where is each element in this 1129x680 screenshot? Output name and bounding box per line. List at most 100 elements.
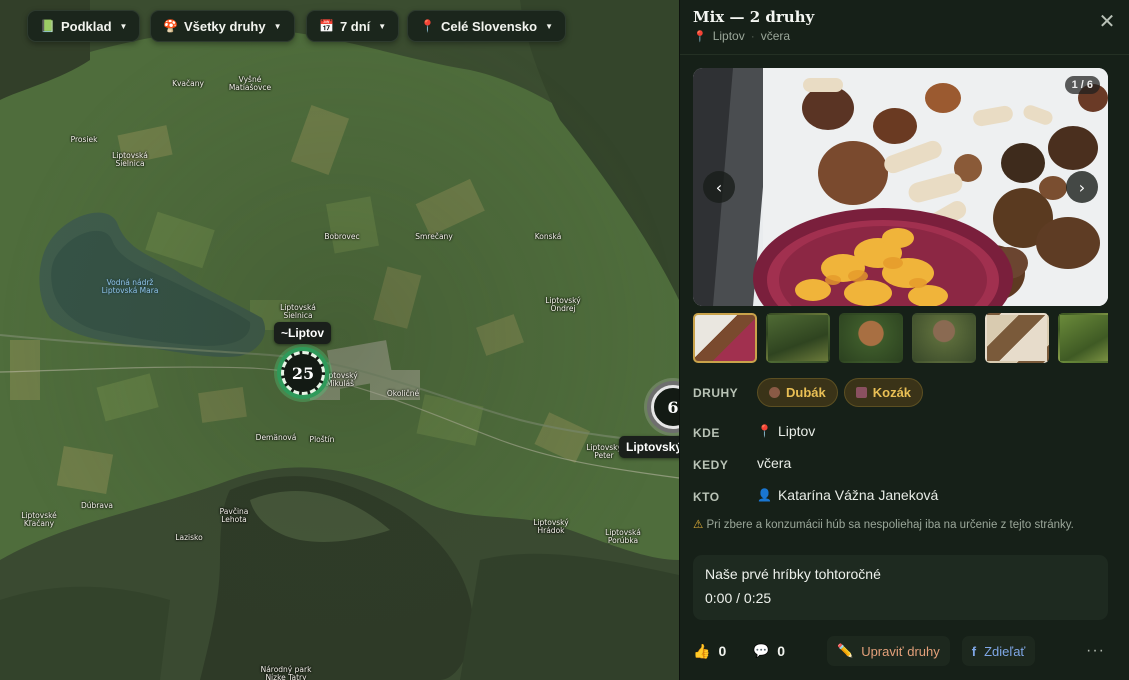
map-view[interactable]: Kvačany Vyšné Matiašovce Prosiek Liptovs… [0, 0, 679, 680]
place-label: Liptovský Hrádok [533, 518, 569, 535]
place-label: Lazisko [175, 533, 203, 542]
cluster-label[interactable]: ~Liptov [274, 322, 332, 344]
thumbnail-strip [693, 313, 1108, 363]
pin-icon: 📍 [757, 424, 772, 438]
who-value: Katarína Vážna Janeková [777, 487, 939, 503]
facebook-icon: f [971, 643, 977, 659]
species-color-square [855, 387, 867, 398]
warning-icon: ⚠ [693, 519, 704, 531]
cluster-count: 6 [667, 397, 679, 417]
caret-down-icon: ▼ [378, 21, 387, 31]
edit-species-label: Upraviť druhy [861, 643, 940, 659]
like-count: 0 [718, 643, 727, 659]
thumbnail[interactable] [912, 313, 976, 363]
who-row: KTO 👤 Katarína Vážna Janeková [693, 484, 938, 506]
species-filter-label: Všetky druhy [183, 18, 266, 34]
species-chip-dubak[interactable]: Dubák [757, 378, 838, 407]
detail-panel: Mix — 2 druhy 📍 Liptov · včera ✕ 1 / 6 ‹… [679, 0, 1129, 680]
chevron-left-icon: ‹ [715, 177, 723, 197]
region-filter-label: Celé Slovensko [440, 18, 538, 34]
where-label: KDE [693, 426, 720, 440]
place-label: Ploštín [309, 435, 335, 444]
place-label: Národný park Nízke Tatry [260, 665, 312, 680]
thumbnail[interactable] [766, 313, 830, 363]
basemap-label: Podklad [60, 18, 112, 34]
species-chip-label: Dubák [786, 385, 826, 400]
species-color-dot [769, 387, 780, 398]
satellite-terrain [0, 0, 679, 680]
where-value: Liptov [777, 423, 816, 439]
photo-counter: 1 / 6 [1064, 76, 1100, 94]
prev-photo-button[interactable]: ‹ [703, 171, 735, 203]
cluster-label[interactable]: Liptovský [619, 436, 679, 458]
species-filter-dropdown[interactable]: 🍄 Všetky druhy ▼ [150, 10, 295, 42]
panel-title: Mix — 2 druhy [693, 8, 815, 26]
where-value-wrap: 📍 Liptov [757, 423, 815, 439]
thumbnail[interactable] [985, 313, 1049, 363]
subtitle-when: včera [760, 29, 791, 43]
mushroom-icon: 🍄 [163, 19, 178, 33]
like-button[interactable]: 👍 0 [693, 636, 753, 666]
cluster-marker[interactable]: 25 [277, 347, 329, 399]
audio-title: Naše prvé hríbky tohtoročné [705, 566, 881, 582]
place-label: Konská [534, 232, 562, 241]
photo-gallery[interactable]: 1 / 6 ‹ › [693, 68, 1108, 306]
place-label: Liptovská Sielnica [112, 151, 148, 168]
caret-down-icon: ▼ [545, 21, 553, 31]
when-label: KEDY [693, 458, 729, 472]
place-label: Liptovské Kľačany [21, 511, 57, 528]
region-filter-dropdown[interactable]: 📍 Celé Slovensko ▼ [407, 10, 566, 42]
divider [680, 54, 1129, 55]
place-label: Bobrovec [324, 232, 360, 241]
when-value: včera [757, 455, 792, 471]
place-label: Smrečany [415, 232, 453, 241]
pin-icon: 📍 [693, 30, 707, 43]
thumbnail[interactable] [693, 313, 757, 363]
map-book-icon: 📗 [40, 19, 55, 33]
audio-note[interactable]: Naše prvé hríbky tohtoročné 0:00 / 0:25 [693, 555, 1108, 620]
thumbnail[interactable] [839, 313, 903, 363]
place-label: Vyšné Matiašovce [228, 75, 272, 92]
calendar-icon: 📅 [319, 19, 334, 33]
place-label: Pavčina Lehota [219, 507, 249, 524]
place-label: Liptovský Peter [586, 443, 622, 460]
place-label: Kvačany [172, 79, 204, 88]
mushroom-photo [693, 68, 1108, 306]
comment-button[interactable]: 💬 0 [753, 636, 821, 666]
place-label: Dúbrava [80, 501, 114, 510]
place-label: Demänová [255, 433, 297, 442]
edit-species-button[interactable]: ✏️ Upraviť druhy [827, 636, 950, 666]
person-icon: 👤 [757, 488, 772, 502]
place-label: Okoličné [386, 389, 420, 398]
lake-label: Vodná nádrž Liptovská Mara [101, 278, 159, 295]
caret-down-icon: ▼ [273, 21, 282, 31]
comment-icon: 💬 [753, 643, 770, 658]
audio-time: 0:00 / 0:25 [705, 590, 772, 606]
subtitle-location: Liptov [712, 29, 745, 43]
who-value-wrap[interactable]: 👤 Katarína Vážna Janeková [757, 487, 938, 503]
separator: · [750, 29, 755, 43]
time-filter-dropdown[interactable]: 📅 7 dní ▼ [306, 10, 400, 42]
chevron-right-icon: › [1078, 177, 1086, 197]
species-chips: Dubák Kozák [757, 378, 929, 407]
place-label: Liptovská Porúbka [605, 528, 641, 545]
warning-text: Pri zbere a konzumácii húb sa nespolieha… [706, 519, 1074, 531]
where-row: KDE 📍 Liptov [693, 420, 815, 442]
share-button[interactable]: f Zdieľať [961, 636, 1036, 666]
share-label: Zdieľať [984, 643, 1026, 659]
species-row: DRUHY Dubák Kozák [693, 378, 929, 407]
species-chip-label: Kozák [872, 385, 912, 400]
basemap-dropdown[interactable]: 📗 Podklad ▼ [27, 10, 141, 42]
who-label: KTO [693, 490, 720, 504]
close-icon[interactable]: ✕ [1097, 11, 1117, 32]
warning-note: ⚠ Pri zbere a konzumácii húb sa nespolie… [693, 517, 1113, 534]
pin-icon: 📍 [420, 19, 435, 33]
place-label: Prosiek [70, 135, 98, 144]
place-label: Liptovský Ondrej [545, 296, 581, 313]
pencil-icon: ✏️ [837, 643, 854, 658]
species-chip-kozak[interactable]: Kozák [843, 378, 924, 407]
thumbs-up-icon: 👍 [693, 642, 711, 659]
next-photo-button[interactable]: › [1066, 171, 1098, 203]
more-options-icon[interactable]: ··· [1086, 642, 1105, 660]
thumbnail[interactable] [1058, 313, 1108, 363]
